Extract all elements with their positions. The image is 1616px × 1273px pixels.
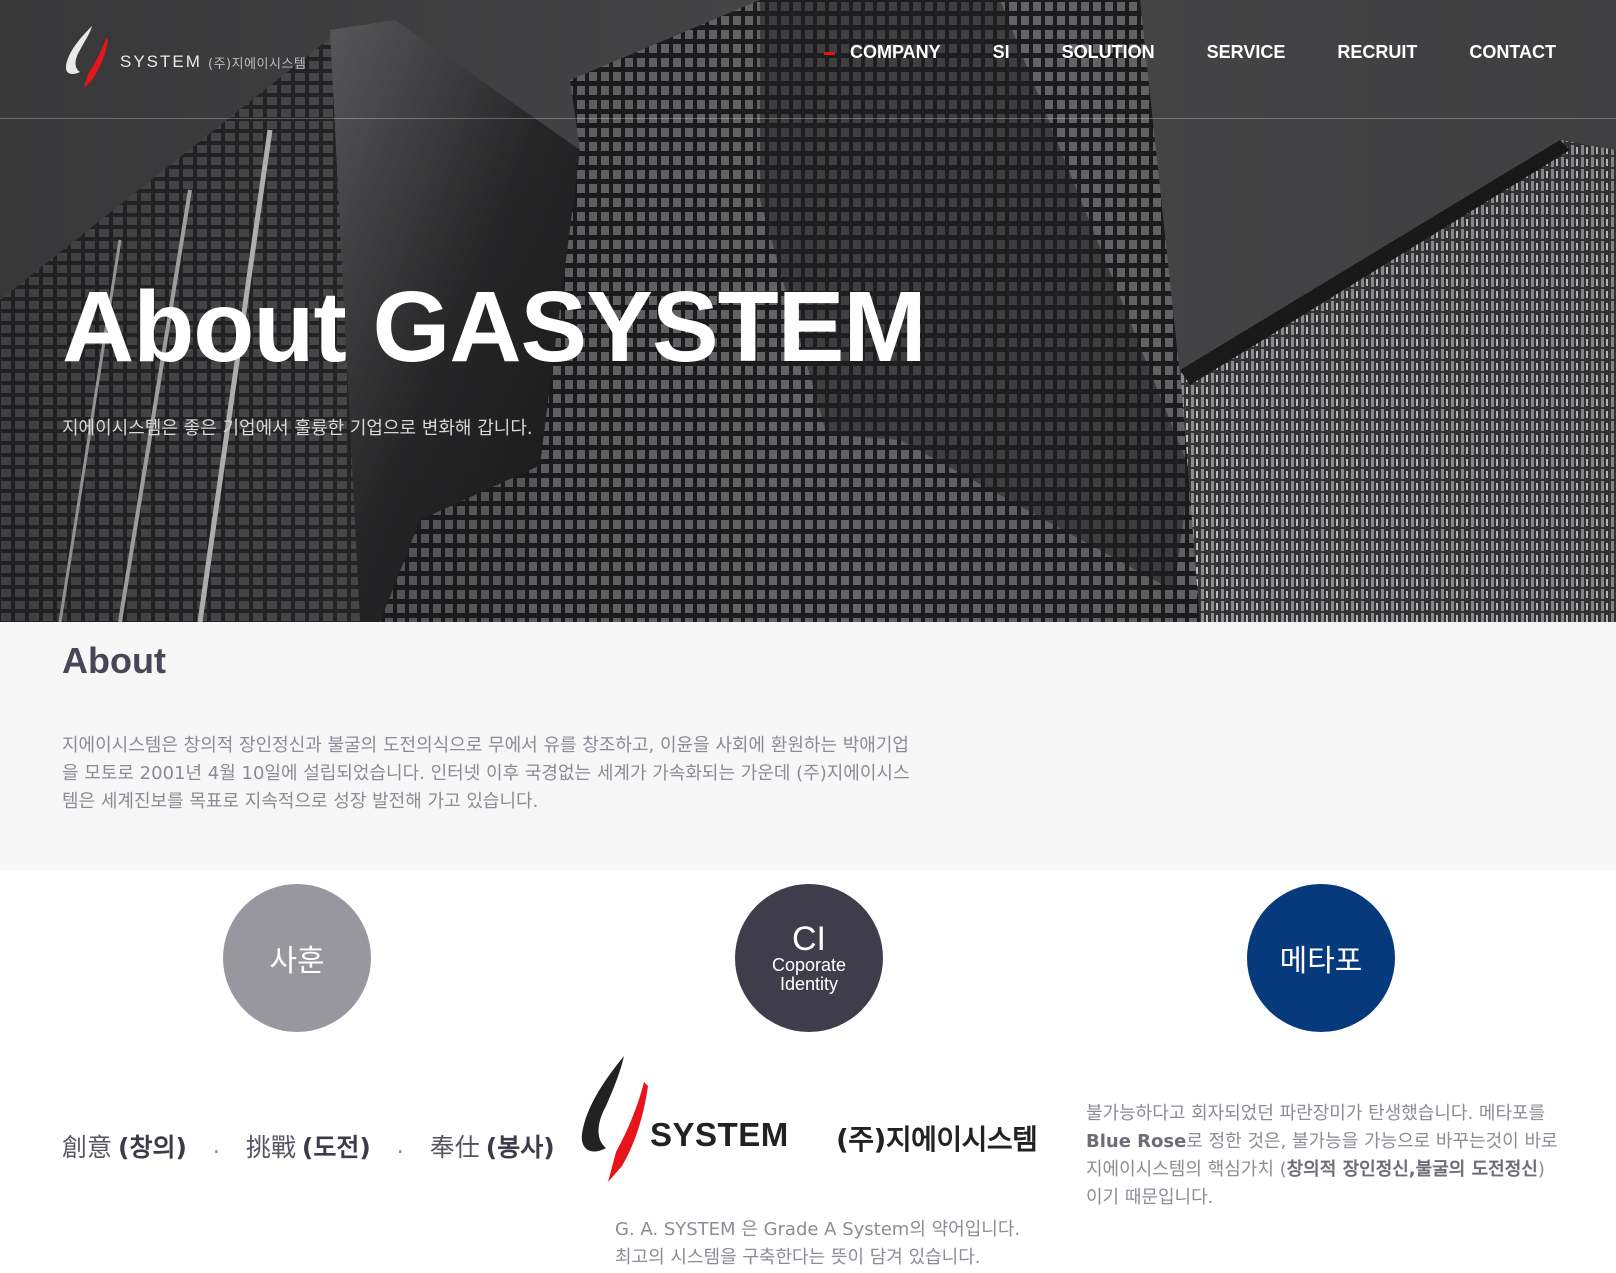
page: SYSTEM (주)지에이시스템 COMPANY SI SOLUTION SER… bbox=[0, 0, 1616, 1273]
hero-subtitle: 지에이시스템은 좋은 기업에서 훌륭한 기업으로 변화해 갑니다. bbox=[62, 418, 533, 439]
ga-logo-mark-icon bbox=[65, 26, 108, 88]
motto-separator: . bbox=[396, 1133, 404, 1159]
site-header: SYSTEM (주)지에이시스템 COMPANY SI SOLUTION SER… bbox=[0, 0, 1616, 119]
motto-hanja-3: 奉仕 bbox=[429, 1133, 480, 1162]
metaphor-text-1: 불가능하다고 회자되었던 파란장미가 탄생했습니다. 메타포를 bbox=[1086, 1103, 1546, 1124]
main-nav: COMPANY SI SOLUTION SERVICE RECRUIT CONT… bbox=[798, 42, 1556, 63]
logo-wordmark: SYSTEM bbox=[120, 52, 202, 71]
about-heading: About bbox=[62, 640, 166, 681]
metaphor-bold-1: Blue Rose bbox=[1086, 1131, 1187, 1152]
metaphor-circle: 메타포 bbox=[1247, 884, 1395, 1032]
motto-korean-3: (봉사) bbox=[485, 1133, 555, 1162]
metaphor-description: 불가능하다고 회자되었던 파란장미가 탄생했습니다. 메타포를 Blue Ros… bbox=[1086, 1100, 1566, 1212]
motto-hanja-2: 挑戰 bbox=[245, 1133, 296, 1162]
ga-logo-mark-icon bbox=[581, 1056, 648, 1182]
ci-circle-line1: Coporate bbox=[771, 955, 847, 975]
ci-circle-title: CI bbox=[792, 920, 826, 958]
nav-item-company[interactable]: COMPANY bbox=[824, 42, 941, 63]
motto-separator: . bbox=[212, 1133, 220, 1159]
nav-item-service[interactable]: SERVICE bbox=[1207, 42, 1286, 63]
nav-item-contact[interactable]: CONTACT bbox=[1469, 42, 1556, 63]
about-section: About 지에이시스템은 창의적 장인정신과 불굴의 도전의식으로 무에서 유… bbox=[0, 622, 1616, 870]
ci-caption-line2: 최고의 시스템을 구축한다는 뜻이 담겨 있습니다. bbox=[615, 1247, 981, 1268]
ci-logo: SYSTEM (주)지에이시스템 bbox=[578, 1052, 1048, 1192]
nav-item-recruit[interactable]: RECRUIT bbox=[1337, 42, 1417, 63]
metaphor-bold-2: 창의적 장인정신,불굴의 도전정신 bbox=[1286, 1159, 1538, 1180]
hero-title: About GASYSTEM bbox=[62, 271, 927, 383]
site-logo[interactable]: SYSTEM (주)지에이시스템 bbox=[62, 22, 342, 92]
motto-korean-1: (창의) bbox=[118, 1133, 187, 1162]
ci-circle-line2: Identity bbox=[779, 974, 839, 994]
ci-logo-wordmark: SYSTEM bbox=[650, 1116, 789, 1153]
logo-korean-name: (주)지에이시스템 bbox=[208, 57, 307, 72]
hero-banner: SYSTEM (주)지에이시스템 COMPANY SI SOLUTION SER… bbox=[0, 0, 1616, 622]
motto-korean-2: (도전) bbox=[301, 1133, 371, 1162]
ci-caption-line1: G. A. SYSTEM 은 Grade A System의 약어입니다. bbox=[615, 1219, 1021, 1240]
nav-item-si[interactable]: SI bbox=[993, 42, 1010, 63]
company-motto: 創意 (창의) . 挑戰 (도전) . 奉仕 (봉사) bbox=[62, 1128, 555, 1164]
metaphor-circle-label: 메타포 bbox=[1279, 944, 1363, 979]
about-description: 지에이시스템은 창의적 장인정신과 불굴의 도전의식으로 무에서 유를 창조하고… bbox=[62, 735, 910, 812]
nav-item-solution[interactable]: SOLUTION bbox=[1062, 42, 1155, 63]
motto-circle-label: 사훈 bbox=[269, 944, 325, 979]
ci-caption: G. A. SYSTEM 은 Grade A System의 약어입니다. 최고… bbox=[615, 1216, 1020, 1272]
motto-circle: 사훈 bbox=[223, 884, 371, 1032]
motto-hanja-1: 創意 bbox=[62, 1133, 113, 1162]
ci-logo-korean-name: (주)지에이시스템 bbox=[836, 1123, 1038, 1156]
ci-circle: CI Coporate Identity bbox=[735, 884, 883, 1032]
